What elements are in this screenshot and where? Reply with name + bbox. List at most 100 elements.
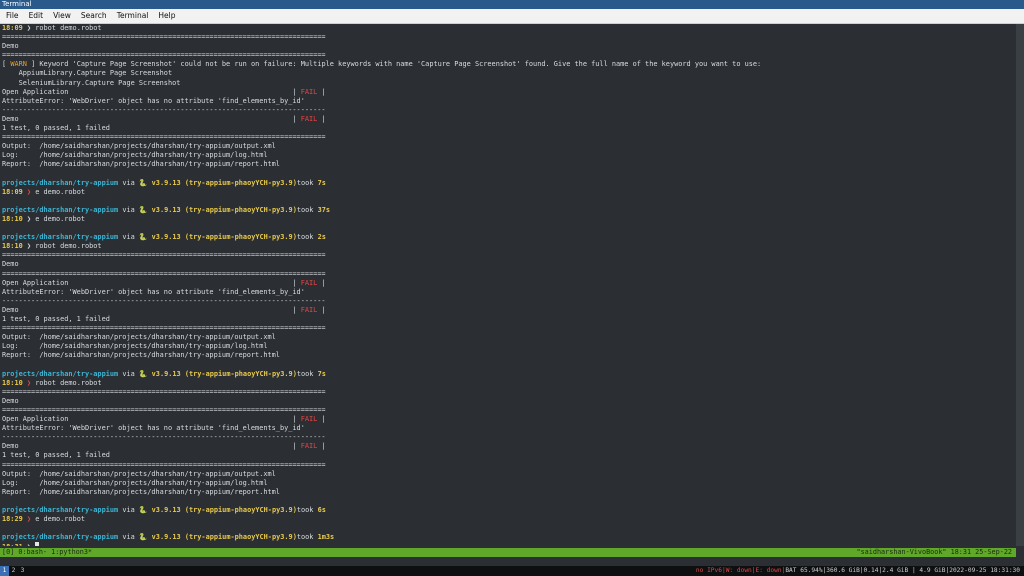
network-status: no IPv6|W: down|E: down| [695,567,786,574]
terminal-text: AttributeError: 'WebDriver' object has n… [2,96,305,105]
terminal-text: took [296,505,318,514]
terminal-line: Output: /home/saidharshan/projects/dhars… [2,142,1016,151]
terminal-text: ❯ robot demo.robot [26,24,102,32]
terminal-text: 1m3s [317,533,335,542]
terminal-output[interactable]: 18:09 ❯ robot demo.robot ================… [2,24,1016,546]
terminal-text: Log: /home/saidharshan/projects/dharshan… [2,151,268,160]
terminal-text: 🐍 v3.9.13 (try-appium-phaoyYCH-py3.9) [138,369,297,378]
terminal-line: Output: /home/saidharshan/projects/dhars… [2,333,1016,342]
terminal-line: ----------------------------------------… [2,297,1016,306]
terminal-line: Demo [2,397,1016,406]
terminal-text: 🐍 v3.9.13 (try-appium-phaoyYCH-py3.9) [138,233,297,242]
terminal-line: Log: /home/saidharshan/projects/dharshan… [2,479,1016,488]
tmux-host-time: "saidharshan-VivoBook" 18:31 25-Sep-22 [856,548,1013,556]
terminal-text: 18:10 [2,214,27,223]
terminal-line: Output: /home/saidharshan/projects/dhars… [2,470,1016,479]
terminal-line: ========================================… [2,324,1016,333]
terminal-line: AttributeError: 'WebDriver' object has n… [2,97,1016,106]
terminal-text: Demo | [2,114,301,123]
terminal-text: via [118,205,139,214]
terminal-line: ========================================… [2,388,1016,397]
terminal-scrollbar[interactable] [1016,24,1024,546]
battery-disk-clock-status: BAT 65.94%|360.6 GiB|0.14|2.4 GiB | 4.9 … [785,567,1020,574]
terminal-line: projects/dharshan/try-appium via 🐍 v3.9.… [2,233,1016,242]
workspace-3[interactable]: 3 [18,566,27,576]
terminal-cursor [35,542,40,546]
menu-file[interactable]: File [2,9,23,23]
terminal-text: via [118,533,139,542]
terminal-line: ----------------------------------------… [2,106,1016,115]
tmux-windows: [0] 0:bash- 1:python3* [2,548,93,556]
terminal-text: AppiumLibrary.Capture Page Screenshot [2,69,173,78]
terminal-text: ========================================… [2,269,326,278]
terminal-text: ========================================… [2,387,326,396]
terminal-line: projects/dharshan/try-appium via 🐍 v3.9.… [2,533,1016,542]
terminal-text: AttributeError: 'WebDriver' object has n… [2,424,305,433]
terminal-text: AttributeError: 'WebDriver' object has n… [2,287,305,296]
terminal-line: 18:09 ❯ robot demo.robot [2,24,1016,33]
terminal-line: ========================================… [2,51,1016,60]
terminal-line: Demo | FAIL | [2,442,1016,451]
terminal-text: | [317,305,326,314]
terminal-line: Log: /home/saidharshan/projects/dharshan… [2,151,1016,160]
menu-help[interactable]: Help [154,9,179,23]
menu-edit[interactable]: Edit [25,9,48,23]
terminal-text: ========================================… [2,405,326,414]
terminal-text: 18:29 [2,515,27,524]
terminal-text: FAIL [300,415,318,424]
terminal-line: projects/dharshan/try-appium via 🐍 v3.9.… [2,506,1016,515]
terminal-text: Report: /home/saidharshan/projects/dhars… [2,487,280,496]
terminal-text: e demo.robot [35,187,86,196]
terminal-line: ========================================… [2,251,1016,260]
terminal-text: took [296,533,318,542]
terminal-text: FAIL [300,87,318,96]
terminal-line: 18:10 ❯ e demo.robot [2,215,1016,224]
menu-view[interactable]: View [49,9,75,23]
terminal-line: Open Application | FAIL | [2,88,1016,97]
terminal-text: 18:31 [2,543,27,546]
menu-search[interactable]: Search [77,9,111,23]
terminal-line: Open Application | FAIL | [2,279,1016,288]
system-status: no IPv6|W: down|E: down|BAT 65.94%|360.6… [696,566,1020,576]
terminal-text: 1 test, 0 passed, 1 failed [2,315,110,323]
terminal-line: 18:31 ❯ [2,542,1016,546]
terminal-text: FAIL [300,278,318,287]
terminal-line: 18:10 ❯ robot demo.robot [2,379,1016,388]
terminal-text: Demo | [2,442,301,451]
terminal-text: Report: /home/saidharshan/projects/dhars… [2,160,280,169]
terminal-line: projects/dharshan/try-appium via 🐍 v3.9.… [2,206,1016,215]
terminal-text: Open Application | [2,87,301,96]
terminal-line: projects/dharshan/try-appium via 🐍 v3.9.… [2,179,1016,188]
terminal-text: Output: /home/saidharshan/projects/dhars… [2,469,276,478]
terminal-text: projects/dharshan/try-appium [2,533,119,542]
workspace-1[interactable]: 1 [0,566,9,576]
terminal-text: 6s [317,505,326,514]
workspace-2[interactable]: 2 [9,566,18,576]
terminal-line: ========================================… [2,33,1016,42]
terminal-text: took [296,178,318,187]
terminal-text: Log: /home/saidharshan/projects/dharshan… [2,478,268,487]
terminal-text: 🐍 v3.9.13 (try-appium-phaoyYCH-py3.9) [138,505,297,514]
terminal-text: 18:10 [2,242,27,251]
terminal-text: via [118,505,139,514]
tmux-status-bar: [0] 0:bash- 1:python3* "saidharshan-Vivo… [0,548,1016,557]
terminal-line: ========================================… [2,406,1016,415]
terminal-line: Demo [2,42,1016,51]
terminal-line: ----------------------------------------… [2,433,1016,442]
terminal-line: Report: /home/saidharshan/projects/dhars… [2,488,1016,497]
terminal-text: Open Application | [2,278,301,287]
terminal-line: Log: /home/saidharshan/projects/dharshan… [2,342,1016,351]
terminal-line: ========================================… [2,461,1016,470]
terminal-text: ❯ robot demo.robot [26,242,102,251]
terminal-text: 2s [317,233,326,242]
menu-terminal[interactable]: Terminal [113,9,153,23]
terminal-text: 37s [317,205,331,214]
terminal-text: projects/dharshan/try-appium [2,369,119,378]
terminal-text: ----------------------------------------… [2,433,326,442]
terminal-line: 1 test, 0 passed, 1 failed [2,451,1016,460]
terminal-text: e demo.robot [35,515,86,524]
terminal-text: 7s [317,178,326,187]
